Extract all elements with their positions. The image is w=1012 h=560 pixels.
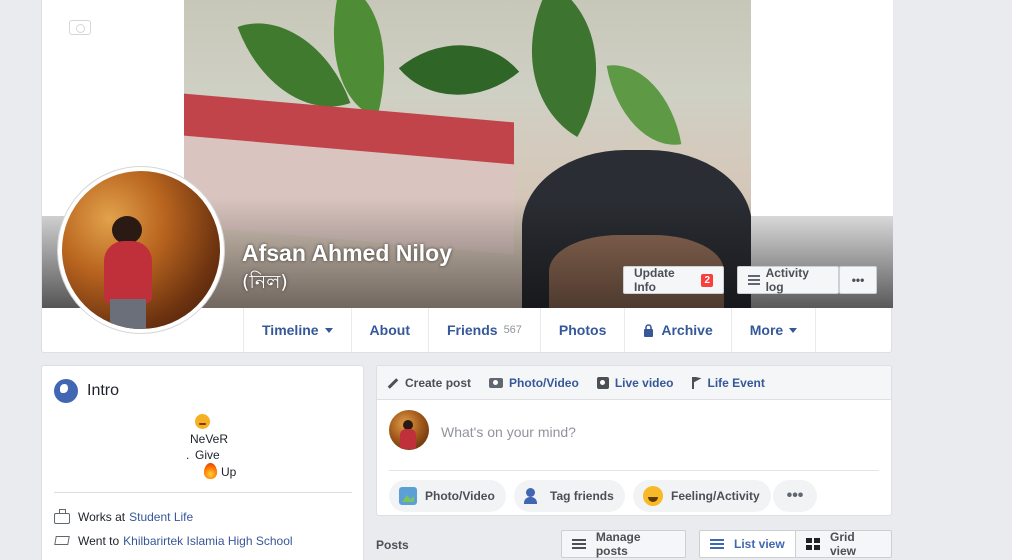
tab-archive[interactable]: Archive — [624, 308, 730, 352]
angry-emoji-icon — [195, 414, 210, 429]
profile-picture[interactable] — [57, 166, 225, 334]
tab-life-event[interactable]: Life Event — [691, 375, 765, 390]
bio-line: Up — [221, 465, 237, 479]
update-info-badge: 2 — [701, 273, 713, 287]
feeling-activity-button[interactable]: Feeling/Activity — [633, 480, 771, 512]
update-info-label: Update Info — [634, 266, 675, 294]
graduation-cap-icon — [54, 534, 70, 548]
camera-icon — [489, 377, 504, 388]
pill-label: Photo/Video — [425, 489, 495, 503]
tab-label: Friends — [446, 322, 498, 338]
tab-label: Live video — [614, 375, 674, 390]
tab-label: More — [749, 322, 784, 338]
tab-label: Create post — [405, 375, 472, 390]
work-prefix: Works at — [78, 510, 126, 524]
work-row: Works at Student Life — [54, 509, 193, 524]
friends-count: 567 — [503, 324, 522, 336]
tab-label: Photos — [558, 322, 607, 338]
post-composer: Create post Photo/Video Live video Life … — [376, 365, 892, 516]
tab-label: About — [369, 322, 410, 338]
composer-divider — [389, 470, 879, 471]
grid-icon — [806, 538, 820, 550]
education-row: Went to Khilbarirtek Islamia High School — [54, 534, 293, 548]
work-place-link[interactable]: Student Life — [129, 510, 193, 524]
intro-card: Intro NeVeR . Give Up Works at Student L… — [41, 365, 364, 560]
profile-name[interactable]: Afsan Ahmed Niloy — [242, 240, 452, 267]
school-link[interactable]: Khilbarirtek Islamia High School — [123, 534, 292, 548]
tab-about[interactable]: About — [350, 308, 428, 352]
photo-icon — [399, 487, 417, 505]
tab-photo-video[interactable]: Photo/Video — [489, 376, 579, 390]
tab-create-post[interactable]: Create post — [387, 376, 471, 390]
pencil-icon — [387, 378, 399, 389]
tab-label: Photo/Video — [509, 375, 579, 390]
more-dots-icon: ••• — [851, 273, 865, 287]
grid-view-label: Grid view — [830, 530, 857, 558]
photo-video-button[interactable]: Photo/Video — [389, 480, 506, 512]
activity-log-button[interactable]: Activity log — [737, 266, 839, 294]
tab-friends[interactable]: Friends 567 — [427, 308, 540, 352]
profile-nav: Timeline About Friends 567 Photos Archiv… — [243, 308, 817, 352]
smiley-icon — [643, 486, 663, 506]
manage-posts-label: Manage posts — [595, 530, 641, 558]
education-prefix: Went to — [78, 534, 120, 548]
bio-line: NeVeR — [190, 432, 229, 446]
tab-label: Timeline — [262, 322, 319, 338]
tab-label: Archive — [661, 322, 713, 338]
caret-down-icon — [324, 327, 333, 333]
fire-icon — [204, 463, 217, 479]
tab-photos[interactable]: Photos — [539, 308, 624, 352]
tag-friends-icon — [524, 487, 542, 505]
list-icon — [748, 275, 760, 285]
lock-icon — [644, 323, 654, 337]
cover-right-panel — [751, 0, 893, 308]
update-info-button[interactable]: Update Info 2 — [623, 266, 724, 294]
briefcase-icon — [54, 509, 70, 524]
bio-dot: . — [186, 448, 190, 462]
more-dots-icon: ••• — [786, 487, 804, 504]
video-icon — [596, 376, 609, 389]
pill-label: Feeling/Activity — [671, 489, 760, 503]
more-options-button[interactable]: ••• — [773, 480, 817, 512]
tab-label: Life Event — [707, 375, 765, 390]
globe-icon — [54, 379, 78, 403]
list-view-button[interactable]: List view — [699, 530, 796, 558]
avatar-person-shape — [110, 299, 146, 329]
cover-plant-shape — [606, 55, 682, 155]
avatar[interactable] — [389, 410, 429, 450]
composer-tabs: Create post Photo/Video Live video Life … — [377, 366, 891, 400]
tab-more[interactable]: More — [730, 308, 817, 352]
avatar-person-shape — [104, 241, 152, 303]
tab-timeline[interactable]: Timeline — [243, 308, 351, 352]
avatar-person-shape — [400, 429, 416, 449]
settings-list-icon — [572, 538, 586, 550]
caret-down-icon — [789, 327, 798, 333]
pill-label: Tag friends — [550, 489, 614, 503]
bio-line: Give — [195, 448, 220, 462]
whats-on-your-mind-input[interactable]: What's on your mind? — [441, 424, 576, 440]
flag-icon — [691, 376, 702, 389]
profile-alternate-name: (নিল) — [242, 271, 288, 293]
activity-log-label: Activity log — [765, 266, 809, 294]
tab-live-video[interactable]: Live video — [596, 375, 674, 390]
list-icon — [710, 538, 724, 550]
posts-heading: Posts — [376, 538, 409, 552]
manage-posts-button[interactable]: Manage posts — [561, 530, 686, 558]
intro-divider — [54, 492, 352, 493]
list-view-label: List view — [734, 537, 785, 551]
more-options-button[interactable]: ••• — [839, 266, 877, 294]
grid-view-button[interactable]: Grid view — [795, 530, 892, 558]
intro-title: Intro — [87, 382, 120, 399]
tag-friends-button[interactable]: Tag friends — [514, 480, 625, 512]
avatar-person-shape — [112, 216, 142, 244]
camera-icon[interactable] — [69, 20, 91, 35]
cover-plant-shape — [398, 10, 520, 130]
